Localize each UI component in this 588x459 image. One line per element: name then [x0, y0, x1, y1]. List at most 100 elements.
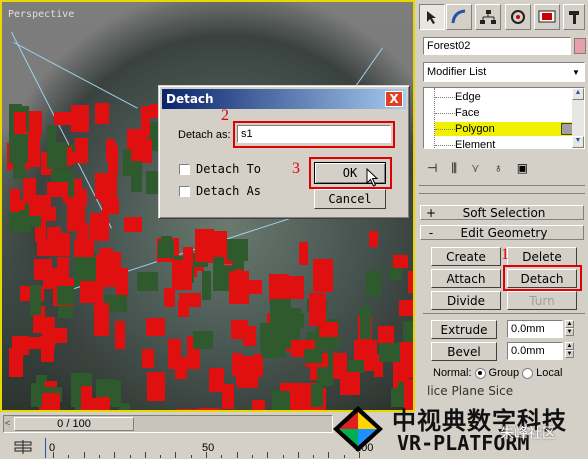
create-tab-pointer-icon[interactable] [419, 4, 445, 30]
slice-plane-row[interactable]: lice Plane Sice [427, 384, 582, 398]
tree-leaf-red [107, 144, 118, 173]
tree-leaf-green [57, 304, 73, 319]
dialog-title-bar[interactable]: Detach X [162, 89, 406, 109]
tree-leaf-red [398, 342, 413, 371]
ruler-tick [144, 452, 146, 458]
utilities-tab-hammer-icon[interactable] [563, 4, 585, 30]
step-1-label: 1 [501, 246, 509, 263]
tree-leaf-red [81, 385, 92, 410]
tree-leaf-green [130, 160, 142, 192]
tree-leaf-red [377, 325, 394, 343]
tree-leaf-red [393, 254, 409, 268]
tree-leaf-red [147, 372, 165, 401]
bevel-button[interactable]: Bevel [431, 342, 497, 361]
make-unique-icon[interactable]: ⋎ [471, 161, 480, 175]
tree-leaf-green [360, 305, 371, 340]
tree-leaf-green [145, 171, 159, 195]
tree-leaf-red [80, 280, 104, 304]
stack-item-polygon[interactable]: Polygon [435, 122, 573, 136]
pin-stack-icon[interactable]: ⊣ [427, 161, 437, 175]
tree-leaf-green [213, 256, 225, 287]
tree-leaf-red [339, 372, 361, 395]
bevel-amount-field[interactable]: 0.0mm [507, 342, 563, 360]
step-3-label: 3 [292, 160, 300, 177]
detach-to-element-checkbox[interactable] [179, 164, 190, 175]
tree-leaf-green [95, 378, 115, 398]
motion-tab-icon[interactable] [505, 4, 531, 30]
show-end-result-icon[interactable]: ⫼ [451, 161, 457, 176]
tree-leaf-green [161, 236, 173, 249]
edit-geometry-rollout[interactable]: - Edit Geometry [420, 225, 584, 240]
hierarchy-tab-icon[interactable] [475, 4, 501, 30]
object-name-field[interactable]: Forest02 [423, 37, 571, 55]
tree-leaf-red [164, 287, 175, 308]
tree-leaf-green [192, 331, 214, 349]
modifier-list-dropdown[interactable]: Modifier List ▼ [423, 62, 585, 82]
dialog-title: Detach [166, 92, 214, 106]
tree-leaf-red [124, 216, 142, 233]
tree-leaf-red [178, 300, 189, 318]
extrude-button[interactable]: Extrude [431, 320, 497, 339]
configure-sets-icon[interactable]: ▣ [517, 161, 528, 175]
tree-leaf-green [8, 134, 29, 163]
ruler-tick [68, 455, 70, 458]
stack-item-face[interactable]: Face [435, 106, 565, 120]
detach-as-label: Detach as: [178, 129, 231, 141]
tree-leaf-green [310, 383, 323, 408]
tree-leaf-green [365, 271, 382, 298]
soft-selection-rollout[interactable]: + Soft Selection [420, 205, 584, 220]
group-label: Group [488, 367, 520, 379]
stack-item-edge[interactable]: Edge [435, 90, 565, 104]
tree-leaf-red [51, 232, 70, 256]
modifier-stack[interactable]: Edge Face Polygon Element ▲ ▼ [423, 87, 585, 149]
group-radio[interactable] [474, 367, 486, 379]
attach-button[interactable]: Attach [431, 269, 501, 288]
tree-leaf-red [10, 188, 21, 213]
tree-leaf-red [37, 238, 51, 257]
display-tab-icon[interactable] [534, 4, 560, 30]
delete-button[interactable]: Delete [507, 247, 577, 266]
turn-button[interactable]: Turn [507, 291, 577, 310]
local-radio[interactable] [522, 367, 534, 379]
time-slider[interactable]: 0 / 100 [14, 417, 134, 431]
tree-leaf-red [67, 201, 86, 231]
detach-as-clone-checkbox[interactable] [179, 186, 190, 197]
normal-options: Normal: Group Local [433, 365, 583, 381]
divide-button[interactable]: Divide [431, 291, 501, 310]
watermark-overlay-text: 朱峰社区 [500, 426, 556, 442]
viewport-label[interactable]: Perspective [8, 9, 74, 20]
modify-tab-arc-icon[interactable] [446, 4, 472, 30]
tree-leaf-red [27, 134, 40, 168]
create-button[interactable]: Create [431, 247, 501, 266]
extrude-spinner[interactable]: ▲ ▼ [565, 320, 574, 338]
tree-leaf-red [308, 293, 326, 326]
tree-leaf-green [347, 359, 364, 373]
tree-leaf-green [260, 323, 281, 350]
tree-leaf-red [94, 173, 117, 199]
tree-leaf-red [272, 283, 283, 296]
tree-leaf-green [119, 403, 130, 410]
tree-leaf-red [56, 257, 69, 280]
time-slider-track[interactable]: < 0 / 100 [3, 415, 333, 433]
close-icon[interactable]: X [385, 91, 403, 107]
detach-dialog: Detach X Detach as: s1 2 Detach To Detac… [158, 85, 410, 219]
command-panel: Forest02 Modifier List ▼ Edge Face Polyg… [415, 0, 588, 412]
stack-scrollbar[interactable]: ▲ ▼ [572, 88, 584, 148]
cancel-button[interactable]: Cancel [314, 189, 386, 209]
bevel-spinner[interactable]: ▲ ▼ [565, 342, 574, 360]
object-color-swatch[interactable] [574, 38, 586, 54]
time-ruler[interactable]: 0 50 100 [3, 438, 373, 458]
extrude-amount-field[interactable]: 0.0mm [507, 320, 563, 338]
tree-leaf-red [315, 261, 328, 277]
ruler-tick [114, 452, 116, 458]
tree-leaf-red [29, 336, 42, 349]
prev-frame-icon[interactable]: < [5, 418, 12, 430]
tree-leaf-red [26, 110, 43, 135]
tree-leaf-red [167, 338, 182, 369]
remove-modifier-icon[interactable]: ♁ [494, 161, 503, 175]
stack-item-element[interactable]: Element [435, 138, 565, 148]
tree-leaf-red [141, 349, 154, 368]
tree-leaf-red [74, 239, 95, 258]
dropdown-arrow-icon: ▼ [572, 67, 580, 77]
modifier-list-label: Modifier List [427, 66, 487, 78]
